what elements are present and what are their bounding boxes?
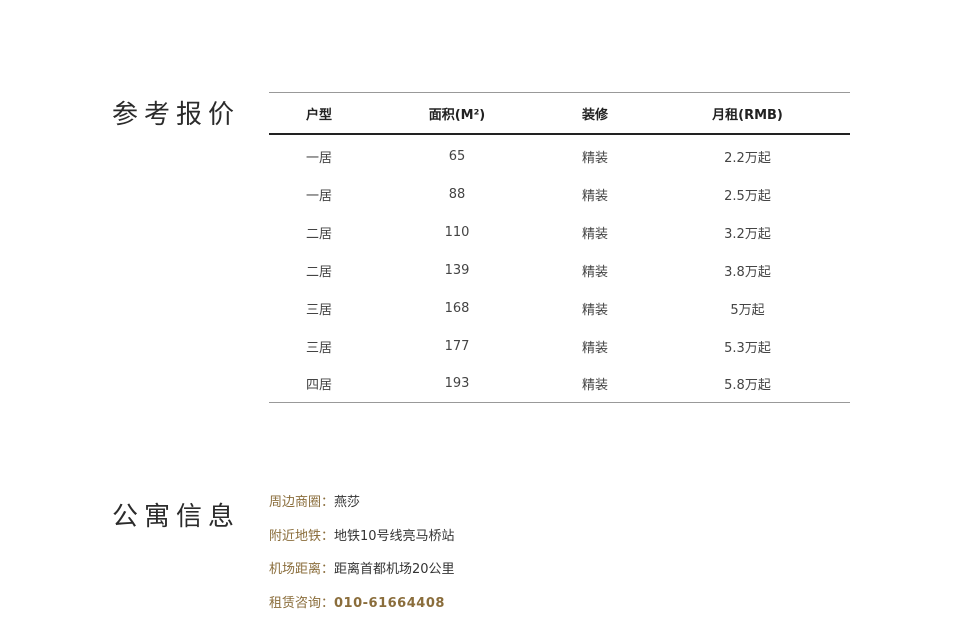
info-item-rental-inquiry: 租赁咨询：010-61664408 <box>269 594 455 627</box>
cell-type: 三居 <box>305 340 332 356</box>
price-table-header: 户型 面积(M²) 装修 月租(RMB) <box>269 92 850 135</box>
cell-area: 88 <box>448 186 466 202</box>
phone-number[interactable]: 010-61664408 <box>334 596 445 611</box>
cell-area: 193 <box>444 376 470 391</box>
info-label: 租赁咨询： <box>269 595 335 611</box>
cell-decoration: 精装 <box>581 302 608 318</box>
cell-decoration: 精装 <box>581 378 608 393</box>
apartment-info-list: 周边商圈：燕莎 附近地铁：地铁10号线亮马桥站 机场距离：距离首都机场20公里 … <box>269 493 455 627</box>
cell-type: 二居 <box>305 264 332 280</box>
cell-area: 65 <box>448 148 466 164</box>
table-row: 四居 193 精装 5.8万起 <box>269 365 850 403</box>
cell-rent: 3.8万起 <box>724 264 771 280</box>
header-area: 面积(M²) <box>369 92 545 135</box>
info-label: 附近地铁： <box>269 528 335 544</box>
cell-rent: 2.2万起 <box>724 150 771 166</box>
cell-area: 110 <box>444 224 470 240</box>
info-value: 燕莎 <box>334 495 361 510</box>
info-item-airport-distance: 机场距离：距离首都机场20公里 <box>269 560 455 594</box>
cell-type: 二居 <box>305 226 332 242</box>
cell-decoration: 精装 <box>581 340 608 356</box>
info-value: 距离首都机场20公里 <box>334 562 455 577</box>
cell-area: 177 <box>444 338 470 354</box>
cell-type: 一居 <box>305 188 332 204</box>
info-item-subway: 附近地铁：地铁10号线亮马桥站 <box>269 527 455 561</box>
cell-decoration: 精装 <box>581 264 608 280</box>
cell-rent: 3.2万起 <box>724 226 771 242</box>
cell-rent: 5万起 <box>730 302 765 318</box>
header-rent: 月租(RMB) <box>645 92 850 135</box>
info-section-title: 公寓信息 <box>112 502 241 532</box>
info-label: 机场距离： <box>269 562 335 577</box>
cell-type: 三居 <box>305 302 332 318</box>
info-item-business-district: 周边商圈：燕莎 <box>269 493 455 527</box>
table-row: 一居 88 精装 2.5万起 <box>269 175 850 213</box>
table-row: 二居 110 精装 3.2万起 <box>269 213 850 251</box>
cell-rent: 5.8万起 <box>724 378 771 393</box>
cell-area: 168 <box>444 300 470 316</box>
cell-decoration: 精装 <box>581 226 608 242</box>
info-label: 周边商圈： <box>269 495 335 510</box>
table-row: 三居 168 精装 5万起 <box>269 289 850 327</box>
cell-decoration: 精装 <box>581 150 608 166</box>
table-row: 三居 177 精装 5.3万起 <box>269 327 850 365</box>
table-row: 二居 139 精装 3.8万起 <box>269 251 850 289</box>
table-row: 一居 65 精装 2.2万起 <box>269 134 850 175</box>
cell-rent: 2.5万起 <box>724 188 771 204</box>
cell-type: 四居 <box>305 378 332 393</box>
price-table-header-row: 户型 面积(M²) 装修 月租(RMB) <box>269 92 850 135</box>
header-type: 户型 <box>269 92 369 135</box>
price-section-title: 参考报价 <box>112 100 241 130</box>
cell-area: 139 <box>444 262 470 278</box>
cell-rent: 5.3万起 <box>724 340 771 356</box>
price-table: 户型 面积(M²) 装修 月租(RMB) 一居 65 精装 2.2万起 一居 8… <box>269 92 850 403</box>
cell-type: 一居 <box>305 150 332 166</box>
cell-decoration: 精装 <box>581 188 608 204</box>
info-value: 地铁10号线亮马桥站 <box>334 528 455 544</box>
price-table-body: 一居 65 精装 2.2万起 一居 88 精装 2.5万起 二居 110 精装 … <box>269 134 850 403</box>
header-decoration: 装修 <box>545 92 645 135</box>
